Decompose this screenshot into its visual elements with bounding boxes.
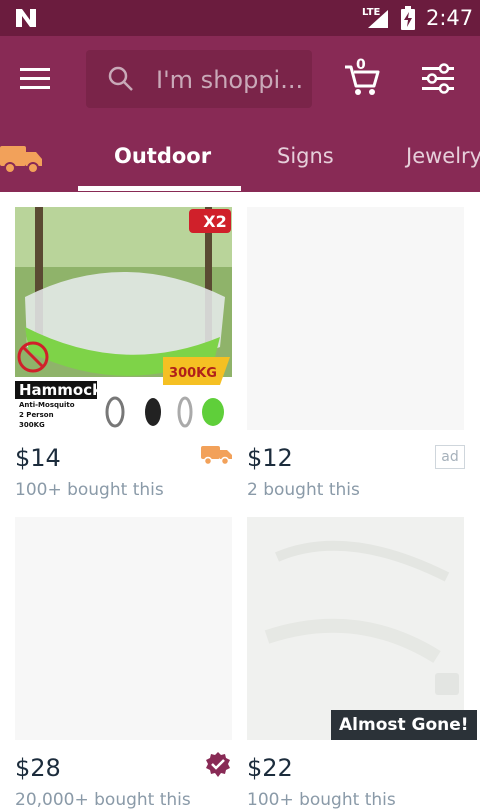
pack-badge: X2 bbox=[203, 212, 226, 231]
android-n-icon bbox=[16, 9, 36, 27]
product-image[interactable] bbox=[247, 517, 464, 740]
weight-badge: 300KG bbox=[169, 366, 217, 381]
bought-count: 20,000+ bought this bbox=[15, 790, 191, 810]
cart-count-badge: 0 bbox=[356, 57, 366, 73]
faded-product-photo bbox=[247, 517, 464, 740]
product-image[interactable]: X2 300KG Hammock Anti-Mosquito 2 Person … bbox=[15, 207, 232, 430]
tab-jewelry[interactable]: Jewelry bbox=[406, 144, 480, 168]
product-image[interactable] bbox=[15, 517, 232, 740]
battery-charging-icon bbox=[401, 6, 415, 30]
product-card[interactable]: X2 300KG Hammock Anti-Mosquito 2 Person … bbox=[15, 207, 232, 507]
category-tabs: Outdoor Signs Jewelry bbox=[0, 132, 480, 192]
feature-anti-mosquito: Anti-Mosquito bbox=[19, 401, 75, 409]
clock: 2:47 bbox=[426, 6, 474, 30]
active-tab-indicator bbox=[78, 186, 241, 191]
bought-count: 100+ bought this bbox=[247, 790, 396, 810]
verified-check-icon bbox=[206, 752, 230, 777]
hammock-photo: X2 300KG Hammock Anti-Mosquito 2 Person … bbox=[15, 207, 232, 430]
product-price: $14 bbox=[15, 444, 61, 472]
app-header: I'm shoppi... 0 Outdoor Signs Jewelry bbox=[0, 36, 480, 192]
bought-count: 100+ bought this bbox=[15, 480, 164, 500]
bought-count: 2 bought this bbox=[247, 480, 360, 500]
ad-badge: ad bbox=[435, 445, 465, 469]
status-bar: LTE 2:47 bbox=[0, 0, 480, 36]
product-price: $12 bbox=[247, 444, 293, 472]
search-placeholder: I'm shoppi... bbox=[156, 66, 304, 94]
hammock-label: Hammock bbox=[19, 381, 103, 399]
filter-settings-icon[interactable] bbox=[420, 62, 456, 96]
tab-shipping-truck-icon[interactable] bbox=[0, 138, 44, 178]
signal-icon bbox=[368, 10, 388, 28]
hamburger-menu-icon[interactable] bbox=[20, 64, 64, 94]
product-card[interactable]: $12 ad 2 bought this bbox=[247, 207, 465, 507]
tab-signs[interactable]: Signs bbox=[277, 144, 334, 168]
feature-2-person: 2 Person bbox=[19, 411, 54, 419]
almost-gone-badge: Almost Gone! bbox=[331, 710, 477, 740]
search-input[interactable]: I'm shoppi... bbox=[86, 50, 312, 108]
product-card[interactable]: Almost Gone! $22 100+ bought this bbox=[247, 517, 477, 810]
tab-outdoor[interactable]: Outdoor bbox=[114, 144, 211, 168]
search-icon bbox=[108, 66, 133, 91]
product-price: $22 bbox=[247, 754, 293, 782]
product-image[interactable] bbox=[247, 207, 464, 430]
fast-shipping-truck-icon bbox=[201, 446, 232, 466]
feature-300kg: 300KG bbox=[19, 421, 45, 429]
product-card[interactable]: $28 20,000+ bought this bbox=[15, 517, 232, 810]
product-price: $28 bbox=[15, 754, 61, 782]
